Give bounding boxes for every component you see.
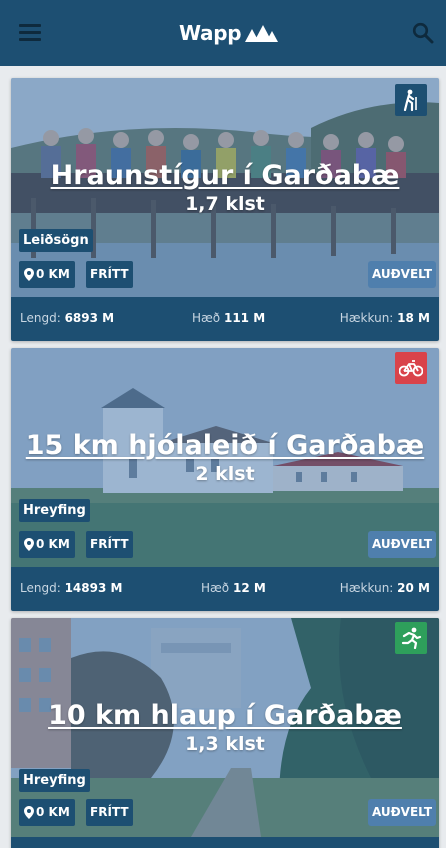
- category-tag: Leiðsögn: [19, 229, 93, 252]
- top-app-bar: Wapp: [0, 0, 446, 66]
- route-title-block: 10 km hlaup í Garðabæ 1,3 klst: [11, 699, 439, 755]
- location-pin-icon: [24, 806, 34, 819]
- price-badge: FRÍTT: [86, 531, 133, 558]
- route-title-link[interactable]: 15 km hjólaleið í Garðabæ: [26, 429, 424, 463]
- logo-text: Wapp: [179, 21, 242, 45]
- app-logo[interactable]: Wapp: [179, 19, 279, 47]
- route-card[interactable]: Hraunstígur í Garðabæ 1,7 klst Leiðsögn …: [11, 78, 439, 341]
- route-duration: 1,7 klst: [185, 193, 265, 215]
- height-stat: Hæð 111 M: [192, 311, 266, 325]
- hamburger-menu-icon[interactable]: [19, 23, 41, 42]
- route-duration: 2 klst: [195, 463, 255, 485]
- difficulty-badge: AUÐVELT: [367, 799, 436, 826]
- distance-badge: 0 KM: [19, 531, 75, 558]
- search-icon[interactable]: [412, 22, 434, 44]
- height-stat: Hæð 12 M: [201, 581, 266, 595]
- mountains-logo-icon: [245, 24, 279, 42]
- category-tag: Hreyfing: [19, 769, 90, 792]
- route-title-link[interactable]: Hraunstígur í Garðabæ: [51, 159, 400, 193]
- difficulty-badge: AUÐVELT: [367, 261, 436, 288]
- route-stats-bar: Lengd: 6893 M Hæð 111 M Hækkun: 18 M: [11, 297, 439, 341]
- route-duration: 1,3 klst: [185, 733, 265, 755]
- route-title-link[interactable]: 10 km hlaup í Garðabæ: [48, 699, 402, 733]
- distance-badge: 0 KM: [19, 799, 75, 826]
- distance-value: 0 KM: [36, 537, 70, 551]
- climb-stat: Hækkun: 20 M: [339, 581, 430, 595]
- length-stat: Lengd: 6893 M: [20, 311, 115, 325]
- category-tag: Hreyfing: [19, 499, 90, 522]
- distance-value: 0 KM: [36, 805, 70, 819]
- route-title-block: Hraunstígur í Garðabæ 1,7 klst: [11, 159, 439, 215]
- running-icon: [395, 622, 427, 654]
- length-stat: Lengd: 14893 M: [20, 581, 123, 595]
- hiking-icon: [395, 84, 427, 116]
- route-card[interactable]: 15 km hjólaleið í Garðabæ 2 klst Hreyfin…: [11, 348, 439, 611]
- location-pin-icon: [24, 538, 34, 551]
- location-pin-icon: [24, 268, 34, 281]
- distance-value: 0 KM: [36, 267, 70, 281]
- difficulty-badge: AUÐVELT: [367, 531, 436, 558]
- route-title-block: 15 km hjólaleið í Garðabæ 2 klst: [11, 429, 439, 485]
- route-stats-bar: [11, 837, 439, 848]
- route-card[interactable]: 10 km hlaup í Garðabæ 1,3 klst Hreyfing …: [11, 618, 439, 848]
- price-badge: FRÍTT: [86, 261, 133, 288]
- climb-stat: Hækkun: 18 M: [339, 311, 430, 325]
- route-stats-bar: Lengd: 14893 M Hæð 12 M Hækkun: 20 M: [11, 567, 439, 611]
- distance-badge: 0 KM: [19, 261, 75, 288]
- cycling-icon: [395, 352, 427, 384]
- price-badge: FRÍTT: [86, 799, 133, 826]
